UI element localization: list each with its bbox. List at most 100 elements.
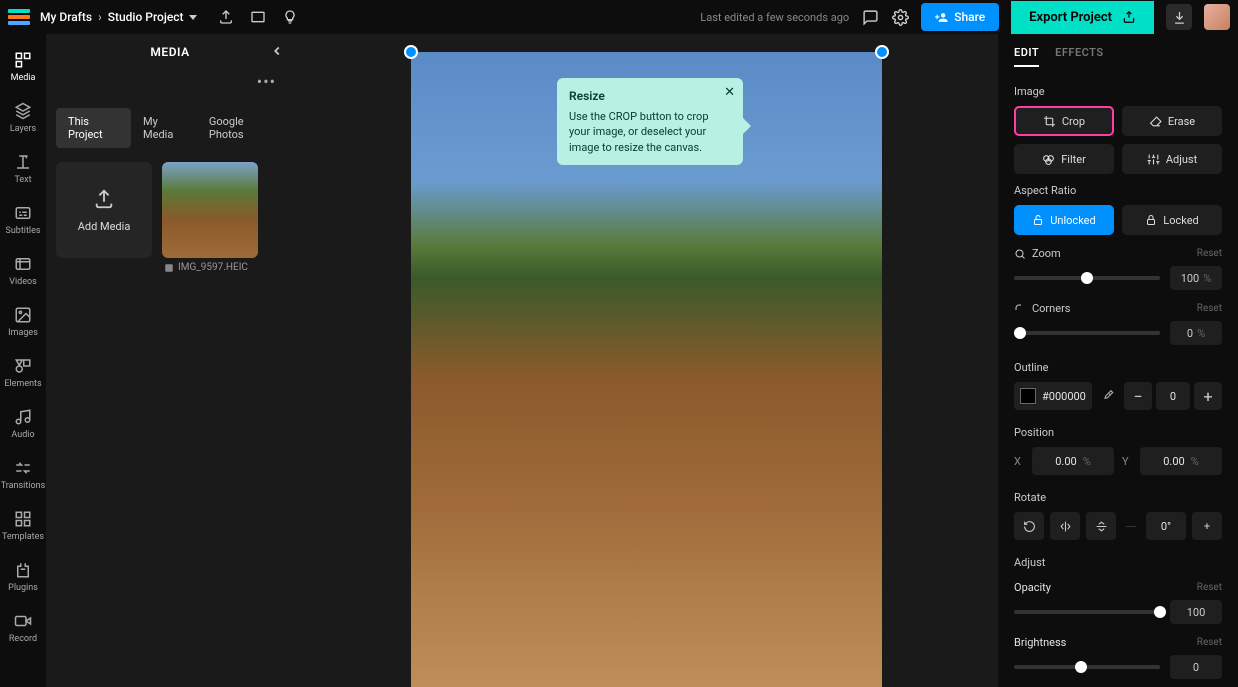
rail-elements[interactable]: Elements [0, 348, 46, 397]
images-icon [13, 305, 33, 325]
audio-icon [13, 407, 33, 427]
videos-icon [13, 254, 33, 274]
zoom-value[interactable]: 100% [1170, 266, 1222, 290]
opacity-value[interactable]: 100 [1170, 600, 1222, 624]
opacity-reset[interactable]: Reset [1197, 582, 1222, 593]
corners-reset[interactable]: Reset [1197, 303, 1222, 314]
transitions-icon [13, 458, 33, 478]
rail-templates[interactable]: Templates [0, 501, 46, 550]
opacity-label: Opacity [1014, 581, 1051, 594]
corners-value[interactable]: 0% [1170, 321, 1222, 345]
flip-v-button[interactable] [1086, 512, 1116, 540]
unlock-icon [1032, 214, 1044, 226]
collapse-panel-button[interactable] [266, 40, 288, 62]
filter-button[interactable]: Filter [1014, 144, 1114, 174]
zoom-reset[interactable]: Reset [1197, 248, 1222, 259]
add-user-icon [935, 11, 948, 24]
outline-color[interactable]: #000000 [1014, 382, 1092, 410]
add-media-button[interactable]: Add Media [56, 162, 152, 258]
locked-button[interactable]: Locked [1122, 205, 1222, 235]
rail-label: Record [9, 634, 37, 644]
left-rail: Media Layers Text Subtitles Videos Image… [0, 34, 46, 687]
rail-plugins[interactable]: Plugins [0, 552, 46, 601]
rotate-add-button[interactable]: + [1192, 512, 1222, 540]
close-icon[interactable]: ✕ [724, 84, 735, 102]
section-position: Position [1014, 426, 1222, 439]
brightness-reset[interactable]: Reset [1197, 637, 1222, 648]
topbar: My Drafts › Studio Project Last edited a… [0, 0, 1238, 34]
canvas-size-icon[interactable] [249, 8, 267, 26]
tab-this-project[interactable]: This Project [56, 108, 131, 148]
rail-audio[interactable]: Audio [0, 399, 46, 448]
comment-icon[interactable] [861, 8, 879, 26]
media-thumbnail [162, 162, 258, 258]
zoom-slider[interactable] [1014, 276, 1160, 280]
increment-button[interactable]: + [1194, 382, 1222, 410]
pos-y-value[interactable]: 0.00% [1140, 447, 1222, 475]
rail-subtitles[interactable]: Subtitles [0, 195, 46, 244]
rail-layers[interactable]: Layers [0, 93, 46, 142]
rotate-ccw-button[interactable] [1014, 512, 1044, 540]
download-button[interactable] [1166, 4, 1192, 30]
rail-images[interactable]: Images [0, 297, 46, 346]
media-filename: IMG_9597.HEIC [162, 262, 258, 273]
share-button[interactable]: Share [921, 3, 999, 31]
rail-label: Images [8, 328, 38, 338]
canvas[interactable]: ✕ Resize Use the CROP button to crop you… [294, 34, 998, 687]
media-item[interactable]: IMG_9597.HEIC [162, 162, 258, 273]
more-icon[interactable]: ••• [257, 72, 276, 91]
chevron-right-icon: › [98, 10, 102, 24]
breadcrumb-root[interactable]: My Drafts [40, 10, 92, 24]
adjust-button[interactable]: Adjust [1122, 144, 1222, 174]
crop-handle-tr[interactable] [875, 45, 889, 59]
brightness-slider[interactable] [1014, 665, 1160, 669]
rail-media[interactable]: Media [0, 42, 46, 91]
color-swatch [1020, 388, 1036, 404]
rail-transitions[interactable]: Transitions [0, 450, 46, 499]
topbar-actions [217, 8, 299, 26]
lightbulb-icon[interactable] [281, 8, 299, 26]
crop-handle-tl[interactable] [404, 45, 418, 59]
gear-icon[interactable] [891, 8, 909, 26]
logo[interactable] [8, 9, 30, 25]
tab-effects[interactable]: EFFECTS [1055, 46, 1103, 67]
rail-record[interactable]: Record [0, 603, 46, 652]
tooltip-body: Use the CROP button to crop your image, … [569, 109, 731, 155]
erase-button[interactable]: Erase [1122, 106, 1222, 136]
rail-label: Elements [4, 379, 41, 389]
tab-my-media[interactable]: My Media [131, 108, 197, 148]
slider-thumb[interactable] [1075, 661, 1087, 673]
pos-y-label: Y [1122, 455, 1132, 468]
media-icon [13, 50, 33, 70]
lock-icon [1145, 214, 1157, 226]
pos-x-value[interactable]: 0.00% [1032, 447, 1114, 475]
crop-button[interactable]: Crop [1014, 106, 1114, 136]
media-panel: MEDIA ••• This Project My Media Google P… [46, 34, 294, 687]
opacity-slider[interactable] [1014, 610, 1160, 614]
flip-h-button[interactable] [1050, 512, 1080, 540]
brightness-value[interactable]: 0 [1170, 655, 1222, 679]
rotate-value[interactable]: 0° [1146, 512, 1186, 540]
tab-google-photos[interactable]: Google Photos [197, 108, 284, 148]
section-rotate: Rotate [1014, 491, 1222, 504]
decrement-button[interactable]: − [1124, 382, 1152, 410]
tab-edit[interactable]: EDIT [1014, 46, 1039, 67]
rail-text[interactable]: Text [0, 144, 46, 193]
layers-icon [13, 101, 33, 121]
avatar[interactable] [1204, 4, 1230, 30]
media-header: MEDIA [46, 34, 294, 70]
rail-videos[interactable]: Videos [0, 246, 46, 295]
slider-thumb[interactable] [1081, 272, 1093, 284]
corners-slider[interactable] [1014, 331, 1160, 335]
slider-thumb[interactable] [1014, 327, 1026, 339]
project-dropdown[interactable]: Studio Project [108, 10, 197, 24]
rail-label: Media [11, 73, 36, 83]
eyedropper-icon[interactable] [1100, 382, 1116, 410]
export-button[interactable]: Export Project [1011, 1, 1154, 34]
image-icon [164, 263, 174, 273]
unlocked-button[interactable]: Unlocked [1014, 205, 1114, 235]
templates-icon [13, 509, 33, 529]
upload-icon[interactable] [217, 8, 235, 26]
slider-thumb[interactable] [1154, 606, 1166, 618]
outline-value[interactable]: 0 [1156, 382, 1190, 410]
